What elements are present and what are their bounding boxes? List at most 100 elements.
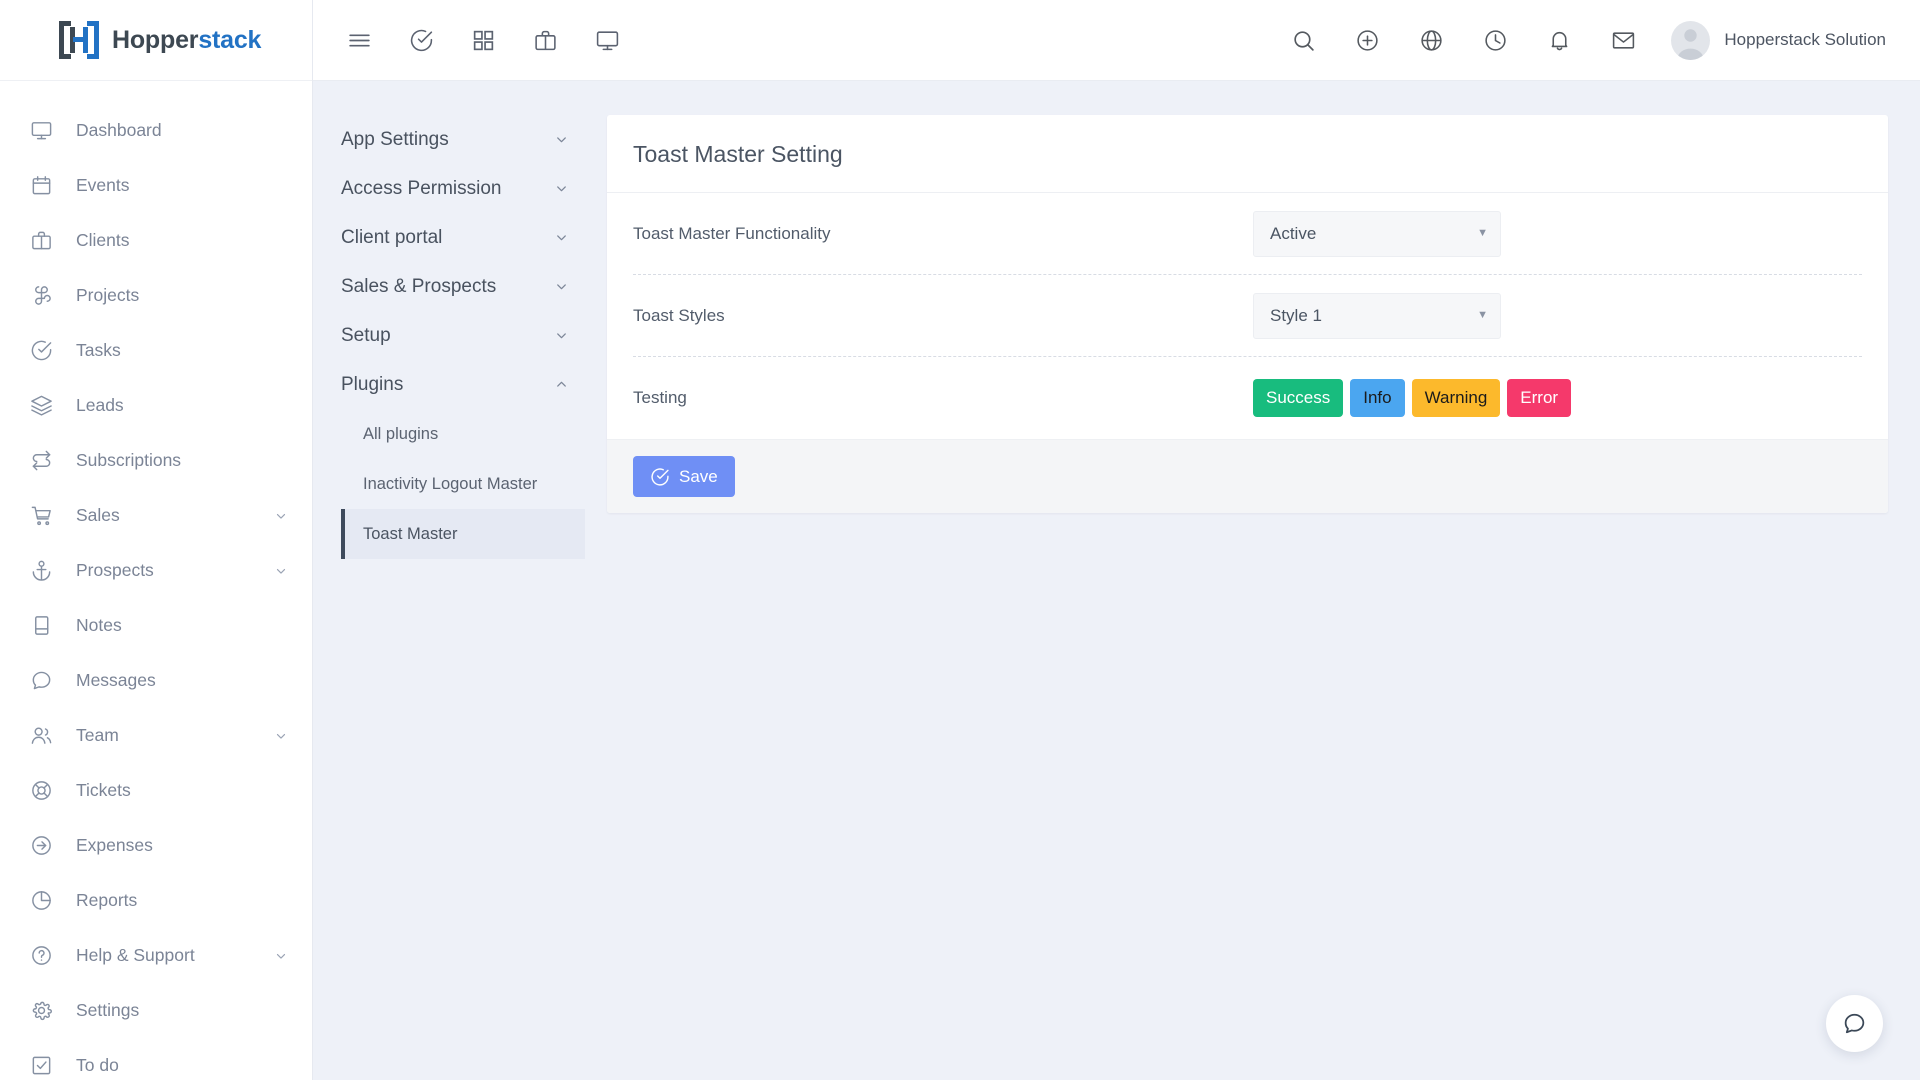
chevron-down-icon: ▼	[1477, 228, 1488, 239]
toast-styles-select[interactable]: Style 1 ▼	[1253, 293, 1501, 339]
toast-styles-value: Style 1	[1270, 306, 1322, 326]
refresh-icon	[28, 448, 54, 474]
submenu-item-toast-master[interactable]: Toast Master	[341, 509, 585, 559]
calendar-icon	[28, 173, 54, 199]
submenu-group-client-portal[interactable]: Client portal	[341, 213, 585, 262]
submenu-group-access-permission[interactable]: Access Permission	[341, 164, 585, 213]
control-toast-styles: Style 1 ▼	[1253, 293, 1862, 339]
toast-test-error-button[interactable]: Error	[1507, 379, 1571, 417]
submenu-item-label: All plugins	[363, 425, 438, 444]
toast-functionality-select[interactable]: Active ▼	[1253, 211, 1501, 257]
hamburger-menu-icon[interactable]	[337, 18, 381, 62]
monitor-icon[interactable]	[585, 18, 629, 62]
submenu-group-setup[interactable]: Setup	[341, 311, 585, 360]
submenu-group-label: Sales & Prospects	[341, 276, 496, 298]
sidebar-item-leads[interactable]: Leads	[0, 378, 312, 433]
command-icon	[28, 283, 54, 309]
pie-chart-icon	[28, 888, 54, 914]
sidebar-item-projects[interactable]: Projects	[0, 268, 312, 323]
submenu-group-plugins[interactable]: Plugins	[341, 360, 585, 409]
submenu-group-app-settings[interactable]: App Settings	[341, 115, 585, 164]
submenu-group-label: Client portal	[341, 227, 442, 249]
label-toast-functionality: Toast Master Functionality	[633, 224, 1253, 244]
check-circle-icon	[650, 467, 670, 487]
sidebar-item-events[interactable]: Events	[0, 158, 312, 213]
sidebar-item-dashboard[interactable]: Dashboard	[0, 103, 312, 158]
brand-name: Hopperstack	[112, 26, 261, 55]
sidebar-item-notes[interactable]: Notes	[0, 598, 312, 653]
toast-test-buttons: SuccessInfoWarningError	[1253, 379, 1571, 417]
save-button[interactable]: Save	[633, 456, 735, 497]
sidebar-item-clients[interactable]: Clients	[0, 213, 312, 268]
brand-name-part1: Hopper	[112, 26, 198, 54]
chat-fab-button[interactable]	[1826, 995, 1883, 1052]
sidebar-item-label: Help & Support	[76, 945, 195, 966]
submenu-item-all-plugins[interactable]: All plugins	[341, 409, 585, 459]
sidebar-item-tasks[interactable]: Tasks	[0, 323, 312, 378]
submenu-item-inactivity-logout-master[interactable]: Inactivity Logout Master	[341, 459, 585, 509]
sidebar-item-to-do[interactable]: To do	[0, 1038, 312, 1080]
checkbox-icon	[28, 1053, 54, 1079]
sidebar-item-settings[interactable]: Settings	[0, 983, 312, 1038]
monitor-icon	[28, 118, 54, 144]
sidebar-item-reports[interactable]: Reports	[0, 873, 312, 928]
sidebar-item-label: Clients	[76, 230, 130, 251]
briefcase-icon	[28, 228, 54, 254]
sidebar-item-label: Dashboard	[76, 120, 162, 141]
sidebar-item-help-support[interactable]: Help & Support	[0, 928, 312, 983]
chevron-down-icon	[554, 132, 569, 147]
submenu-group-label: App Settings	[341, 129, 449, 151]
h-bracket-logo-icon	[56, 18, 102, 62]
top-header: Hopperstack Solution	[313, 0, 1920, 81]
sidebar-item-prospects[interactable]: Prospects	[0, 543, 312, 598]
anchor-icon	[28, 558, 54, 584]
card-footer: Save	[607, 439, 1888, 513]
envelope-icon[interactable]	[1601, 18, 1645, 62]
sidebar-item-subscriptions[interactable]: Subscriptions	[0, 433, 312, 488]
avatar[interactable]	[1671, 21, 1710, 60]
content-area: App Settings Access Permission Client port…	[313, 81, 1920, 1080]
toast-test-success-button[interactable]: Success	[1253, 379, 1343, 417]
sidebar-item-label: Settings	[76, 1000, 139, 1021]
sidebar-item-team[interactable]: Team	[0, 708, 312, 763]
row-testing: Testing SuccessInfoWarningError	[633, 357, 1862, 439]
sidebar-item-label: Tasks	[76, 340, 121, 361]
chevron-down-icon	[274, 949, 288, 963]
submenu-group-sales-prospects[interactable]: Sales & Prospects	[341, 262, 585, 311]
book-icon	[28, 613, 54, 639]
clock-icon[interactable]	[1473, 18, 1517, 62]
sidebar-item-label: Sales	[76, 505, 120, 526]
sidebar-item-messages[interactable]: Messages	[0, 653, 312, 708]
gear-icon	[28, 998, 54, 1024]
grid-icon[interactable]	[461, 18, 505, 62]
chevron-down-icon	[274, 564, 288, 578]
main-content: Toast Master Setting Toast Master Functi…	[585, 115, 1920, 1080]
card-header: Toast Master Setting	[607, 115, 1888, 193]
right-pane: Hopperstack Solution App Settings Access …	[313, 0, 1920, 1080]
globe-icon[interactable]	[1409, 18, 1453, 62]
row-toast-functionality: Toast Master Functionality Active ▼	[633, 193, 1862, 275]
sidebar-item-label: Team	[76, 725, 119, 746]
control-testing: SuccessInfoWarningError	[1253, 379, 1862, 417]
toast-test-warning-button[interactable]: Warning	[1412, 379, 1501, 417]
toast-functionality-value: Active	[1270, 224, 1316, 244]
settings-submenu: App Settings Access Permission Client port…	[313, 115, 585, 1080]
lifebuoy-icon	[28, 778, 54, 804]
sidebar-item-expenses[interactable]: Expenses	[0, 818, 312, 873]
card-body: Toast Master Functionality Active ▼ Toas…	[607, 193, 1888, 439]
briefcase-icon[interactable]	[523, 18, 567, 62]
sidebar-item-label: Subscriptions	[76, 450, 181, 471]
main-sidebar: Hopperstack Dashboard Events Clients Projec…	[0, 0, 313, 1080]
search-icon[interactable]	[1281, 18, 1325, 62]
sidebar-item-tickets[interactable]: Tickets	[0, 763, 312, 818]
chevron-up-icon	[554, 377, 569, 392]
plus-circle-icon[interactable]	[1345, 18, 1389, 62]
submenu-group-label: Setup	[341, 325, 391, 347]
tasks-check-circle-icon[interactable]	[399, 18, 443, 62]
user-name[interactable]: Hopperstack Solution	[1724, 30, 1894, 50]
brand-logo[interactable]: Hopperstack	[0, 0, 312, 81]
toast-test-info-button[interactable]: Info	[1350, 379, 1404, 417]
sidebar-item-label: Prospects	[76, 560, 154, 581]
sidebar-item-sales[interactable]: Sales	[0, 488, 312, 543]
bell-icon[interactable]	[1537, 18, 1581, 62]
